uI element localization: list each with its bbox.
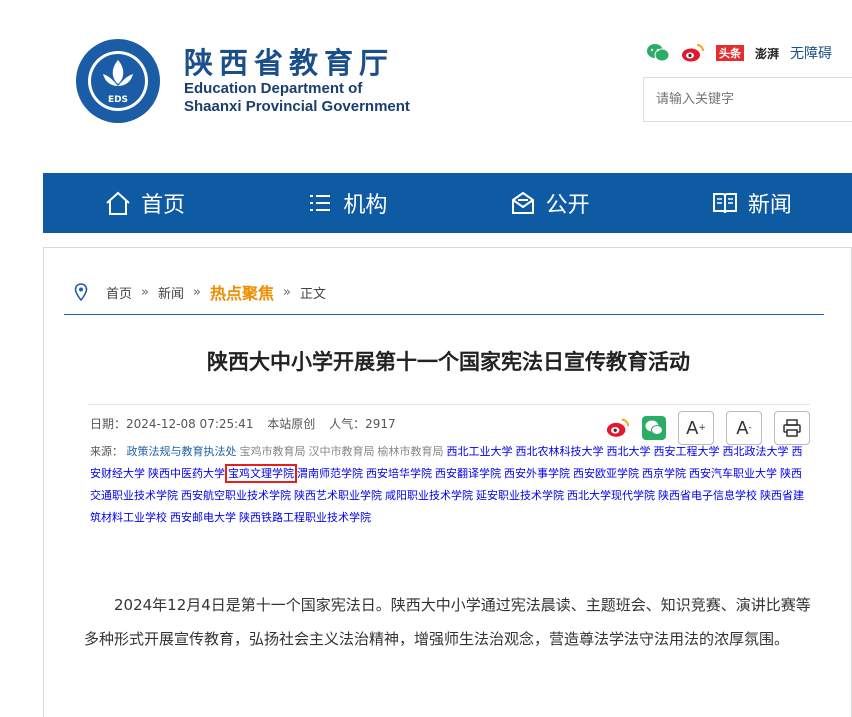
origin-label: 本站原创 xyxy=(267,417,316,431)
wechat-icon[interactable] xyxy=(646,42,670,64)
nav-label: 机构 xyxy=(343,193,388,218)
article-container: 首页 » 新闻 » 热点聚焦 » 正文 陕西大中小学开展第十一个国家宪法日宣传教… xyxy=(43,247,852,717)
source-link[interactable]: 延安职业技术学院 xyxy=(476,489,564,502)
breadcrumb-current: 正文 xyxy=(299,286,326,302)
source-link[interactable]: 咸阳职业技术学院 xyxy=(385,489,473,502)
nav-item-institution[interactable]: 机构 xyxy=(245,173,447,233)
font-decrease-button[interactable]: A- xyxy=(726,411,762,445)
article-tools: A + A- xyxy=(606,411,810,445)
breadcrumb-news[interactable]: 新闻 xyxy=(158,283,184,302)
source-link[interactable]: 陕西中医药大学 xyxy=(148,467,225,480)
breadcrumb: 首页 » 新闻 » 热点聚焦 » 正文 xyxy=(74,280,326,304)
source-link[interactable]: 西京学院 xyxy=(642,467,686,480)
source-link[interactable]: 渭南师范学院 xyxy=(297,467,363,480)
breadcrumb-divider xyxy=(64,314,824,315)
nav-item-home[interactable]: 首页 xyxy=(43,173,245,233)
source-link[interactable]: 汉中市教育局 xyxy=(309,445,375,458)
breadcrumb-sep: » xyxy=(141,284,149,300)
breadcrumb-sep: » xyxy=(193,284,201,300)
article-meta: 日期：2024-12-08 07:25:41 本站原创 人气：2917 A + A… xyxy=(88,404,810,574)
main-nav: 首页 机构 公开 新闻 xyxy=(43,173,852,233)
source-link[interactable]: 政策法规与教育执法处 xyxy=(127,445,237,458)
search-input[interactable] xyxy=(643,77,852,122)
breadcrumb-home[interactable]: 首页 xyxy=(106,283,132,302)
article-body: 2024年12月4日是第十一个国家宪法日。陕西大中小学通过宪法晨读、主题班会、知… xyxy=(84,596,811,648)
nav-label: 首页 xyxy=(141,193,186,218)
publish-date: 日期：2024-12-08 07:25:41 xyxy=(90,417,254,431)
source-link[interactable]: 西安工程大学 xyxy=(654,445,720,458)
source-link[interactable]: 西安外事学院 xyxy=(504,467,570,480)
site-header: EDS 陕西省教育厅 Education Department of Shaan… xyxy=(0,0,852,173)
weibo-share-icon[interactable] xyxy=(606,416,630,440)
source-link-highlighted[interactable]: 宝鸡文理学院 xyxy=(225,464,297,483)
nav-item-public[interactable]: 公开 xyxy=(448,173,650,233)
toutiao-icon[interactable]: 头条 xyxy=(716,45,744,61)
print-button[interactable] xyxy=(774,411,810,445)
source-label: 来源： xyxy=(90,445,123,458)
svg-text:EDS: EDS xyxy=(108,95,128,105)
meta-line: 日期：2024-12-08 07:25:41 本站原创 人气：2917 xyxy=(90,415,406,432)
source-link[interactable]: 陕西省电子信息学校 xyxy=(658,489,757,502)
print-icon xyxy=(783,419,801,437)
location-pin-icon xyxy=(74,283,88,301)
source-link[interactable]: 陕西铁路工程职业技术学院 xyxy=(239,511,371,524)
article-title: 陕西大中小学开展第十一个国家宪法日宣传教育活动 xyxy=(207,350,690,374)
view-count: 人气：2917 xyxy=(329,417,396,431)
breadcrumb-hot[interactable]: 热点聚焦 xyxy=(210,280,274,304)
breadcrumb-sep: » xyxy=(282,284,291,300)
source-link[interactable]: 西安翻译学院 xyxy=(435,467,501,480)
list-icon xyxy=(310,195,331,211)
source-link[interactable]: 西安汽车职业大学 xyxy=(689,467,777,480)
book-icon xyxy=(712,193,737,214)
social-links: 头条 澎湃 无障碍 xyxy=(646,42,832,64)
source-link[interactable]: 西安航空职业技术学院 xyxy=(181,489,291,502)
mail-icon xyxy=(511,191,534,214)
nav-label: 公开 xyxy=(545,193,590,218)
nav-item-news[interactable]: 新闻 xyxy=(650,173,852,233)
accessibility-link[interactable]: 无障碍 xyxy=(790,42,832,64)
pengpai-icon[interactable]: 澎湃 xyxy=(755,42,779,64)
source-link[interactable]: 西安邮电大学 xyxy=(170,511,236,524)
source-link[interactable]: 榆林市教育局 xyxy=(378,445,444,458)
source-link[interactable]: 西北农林科技大学 xyxy=(516,445,604,458)
source-link[interactable]: 西北政法大学 xyxy=(723,445,789,458)
wechat-share-icon[interactable] xyxy=(642,416,666,440)
site-logo[interactable]: EDS xyxy=(75,38,161,124)
source-link[interactable]: 陕西艺术职业学院 xyxy=(294,489,382,502)
site-name-cn: 陕西省教育厅 xyxy=(184,46,395,80)
source-link[interactable]: 西安培华学院 xyxy=(366,467,432,480)
site-name-en: Education Department of Shaanxi Provinci… xyxy=(184,80,410,115)
source-list: 来源： 政策法规与教育执法处 宝鸡市教育局 汉中市教育局 榆林市教育局 西北工业大学 西北… xyxy=(90,441,805,529)
source-link[interactable]: 西安欧亚学院 xyxy=(573,467,639,480)
source-link[interactable]: 西北大学 xyxy=(607,445,651,458)
source-link[interactable]: 西北工业大学 xyxy=(447,445,513,458)
source-link[interactable]: 宝鸡市教育局 xyxy=(240,445,306,458)
source-link[interactable]: 西北大学现代学院 xyxy=(567,489,655,502)
nav-label: 新闻 xyxy=(747,193,792,218)
home-icon xyxy=(106,191,130,215)
weibo-icon[interactable] xyxy=(681,42,705,64)
font-increase-button[interactable]: A + xyxy=(678,411,714,445)
